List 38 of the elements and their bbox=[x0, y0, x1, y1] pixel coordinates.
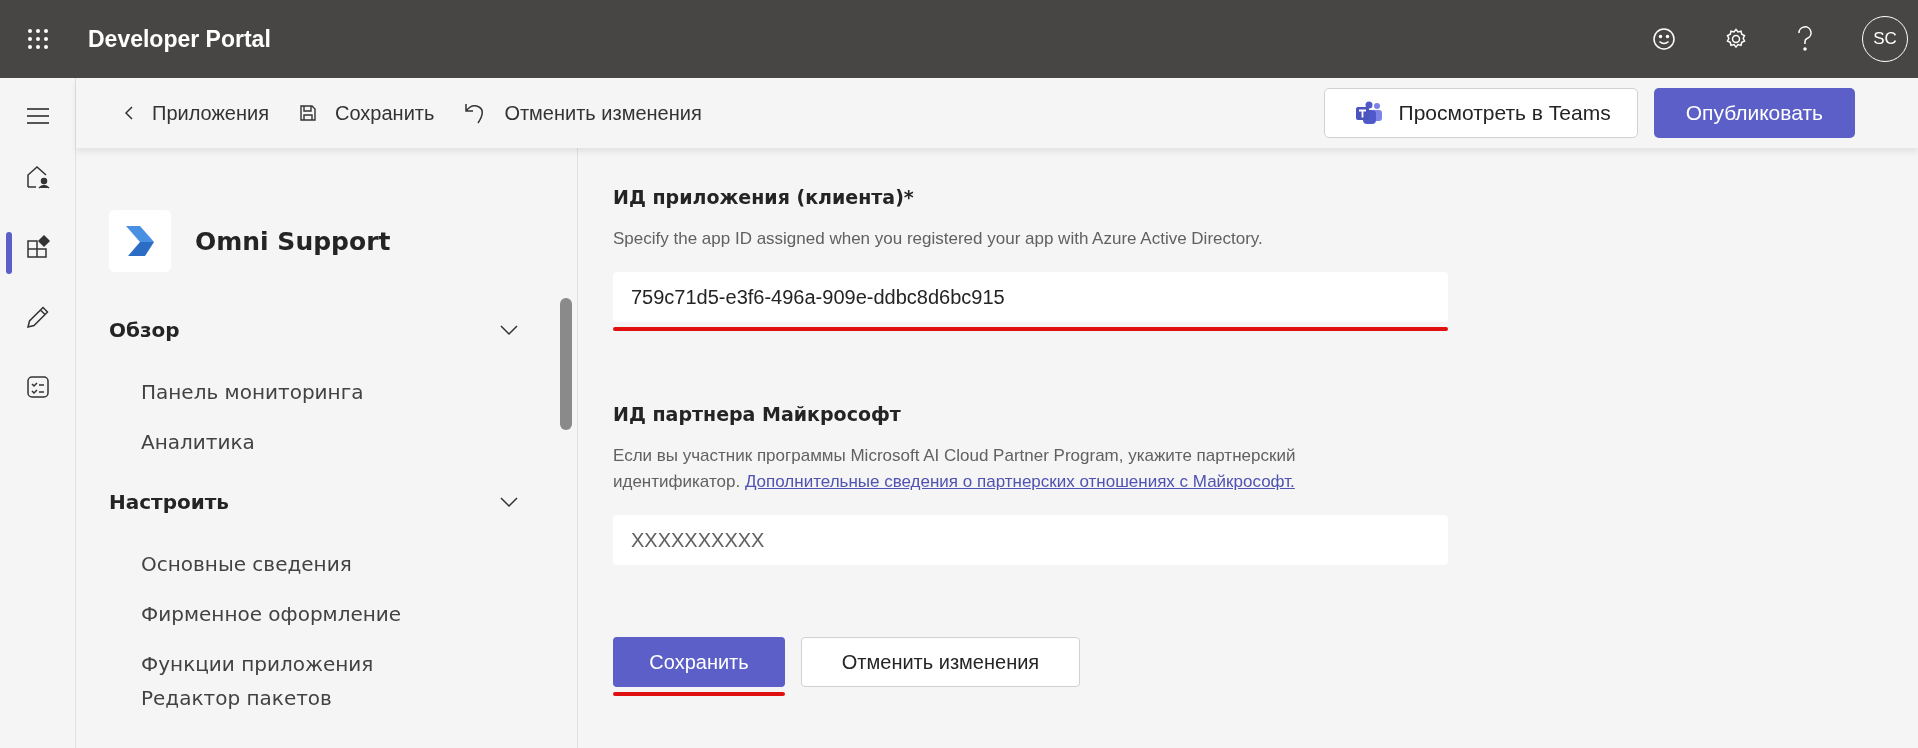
back-link[interactable]: Приложения bbox=[124, 101, 269, 125]
field-label: ИД приложения (клиента)* bbox=[613, 186, 915, 208]
apps-icon[interactable] bbox=[24, 234, 51, 260]
nav-item[interactable]: Панель мониторинга bbox=[141, 380, 577, 404]
teams-logo-icon bbox=[1354, 101, 1383, 125]
save-button[interactable]: Сохранить bbox=[613, 637, 785, 687]
undo-command[interactable]: Отменить изменения bbox=[464, 101, 702, 125]
scrollbar-thumb[interactable] bbox=[560, 298, 572, 430]
preview-in-teams-button[interactable]: Просмотреть в Teams bbox=[1323, 88, 1638, 138]
field-description: Specify the app ID assigned when you registered your app with Azure Active Directory. bbox=[613, 228, 1264, 250]
field-description: Если вы участник программы Microsoft AI Cloud Partner Program, укажите партнерский идентификатор. Дополнительные сведения о партнерских отношениях с Майкрософт. bbox=[613, 445, 1297, 493]
home-person-icon[interactable] bbox=[24, 164, 51, 190]
nav-item[interactable]: Фирменное оформление bbox=[141, 602, 577, 626]
nav-group-header[interactable]: Обзор bbox=[109, 308, 519, 352]
chevron-logo-icon bbox=[124, 224, 156, 258]
nav-item[interactable]: Основные сведения bbox=[141, 552, 577, 576]
nav-item[interactable]: Редактор пакетов bbox=[141, 686, 577, 710]
save-icon bbox=[299, 104, 317, 122]
nav-item[interactable]: Функции приложения bbox=[141, 652, 577, 676]
discard-changes-button[interactable]: Отменить изменения bbox=[801, 637, 1080, 687]
nav-item[interactable]: Аналитика bbox=[141, 430, 577, 454]
app-launcher-icon[interactable] bbox=[28, 29, 48, 49]
pencil-icon[interactable] bbox=[24, 304, 51, 330]
text-input[interactable]: XXXXXXXXXX bbox=[613, 515, 1448, 565]
save-command[interactable]: Сохранить bbox=[299, 101, 435, 125]
help-icon[interactable] bbox=[1796, 26, 1814, 52]
checklist-icon[interactable] bbox=[24, 374, 51, 400]
publish-button[interactable]: Опубликовать bbox=[1653, 88, 1855, 138]
nav-group-header[interactable]: Настроить bbox=[109, 480, 519, 524]
app-name: Omni Support bbox=[195, 226, 391, 256]
learn-more-link[interactable]: Дополнительные сведения о партнерских отношениях с Майкрософт. bbox=[744, 472, 1295, 491]
settings-icon[interactable] bbox=[1724, 27, 1748, 51]
smiley-icon[interactable] bbox=[1652, 27, 1676, 51]
text-input[interactable]: 759c71d5-e3f6-496a-909e-ddbc8d6bc915 bbox=[613, 272, 1448, 322]
menu-icon[interactable] bbox=[26, 108, 49, 124]
chevron-left-icon bbox=[124, 105, 134, 121]
app-title: Developer Portal bbox=[88, 25, 271, 53]
field-label: ИД партнера Майкрософт bbox=[613, 403, 902, 425]
